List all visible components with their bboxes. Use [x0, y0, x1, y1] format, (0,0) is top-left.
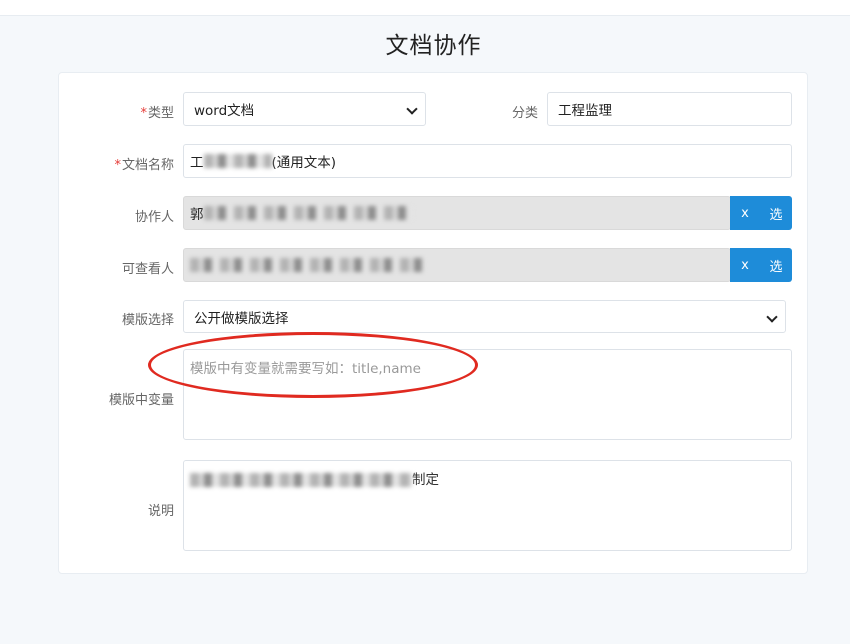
collaborator-label: 协作人 [134, 210, 174, 225]
required-mark: * [140, 106, 147, 121]
type-label-text: 类型 [147, 106, 174, 121]
collaborator-input[interactable]: 郭 [183, 196, 731, 230]
required-mark: * [114, 158, 121, 173]
viewer-input[interactable] [183, 248, 731, 282]
redacted-text [190, 258, 425, 272]
doc-name-prefix: 工 [190, 155, 204, 171]
category-label: 分类 [511, 106, 538, 121]
doc-name-suffix: (通用文本) [271, 155, 337, 171]
clear-collaborator-button[interactable]: x [730, 196, 760, 230]
collaborator-prefix: 郭 [190, 207, 204, 223]
red-annotation-circle [148, 332, 478, 398]
template-select[interactable]: 公开做模版选择 [183, 300, 786, 333]
doc-name-label: *文档名称 [96, 154, 174, 173]
description-suffix: 制定 [412, 472, 439, 488]
doc-name-label-text: 文档名称 [121, 158, 174, 173]
redacted-text [203, 206, 414, 220]
type-select-value: word文档 [194, 103, 255, 119]
viewer-label: 可查看人 [121, 262, 174, 277]
description-textarea[interactable]: 制定 [183, 460, 792, 551]
description-label: 说明 [147, 504, 174, 519]
type-select[interactable]: word文档 [183, 92, 426, 126]
template-vars-label: 模版中变量 [108, 393, 174, 408]
redacted-text [203, 154, 272, 168]
template-select-value: 公开做模版选择 [194, 310, 289, 327]
chevron-down-icon [766, 310, 778, 323]
select-viewer-button[interactable]: 选 [760, 248, 792, 282]
template-label: 模版选择 [121, 313, 174, 328]
top-bar [0, 0, 850, 16]
chevron-down-icon [406, 103, 418, 115]
category-value: 工程监理 [558, 103, 612, 119]
category-input[interactable]: 工程监理 [547, 92, 792, 126]
select-collaborator-button[interactable]: 选 [760, 196, 792, 230]
type-label: *类型 [96, 102, 174, 121]
redacted-text [190, 473, 412, 487]
doc-name-input[interactable]: 工 (通用文本) [183, 144, 792, 178]
page-title: 文档协作 [385, 33, 482, 59]
clear-viewer-button[interactable]: x [730, 248, 760, 282]
